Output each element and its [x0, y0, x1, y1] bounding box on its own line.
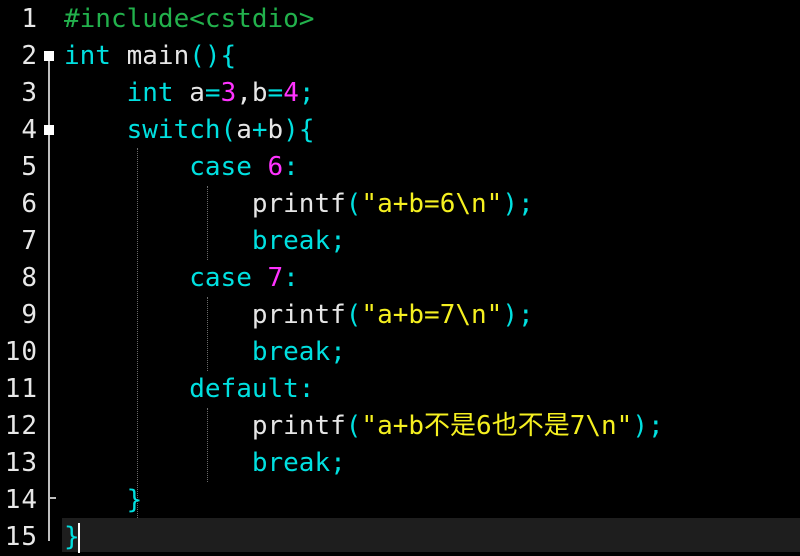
- line-number-gutter: 1 2 3 4 5 6 7 8 9 10 11 12 13 14 15: [0, 0, 60, 552]
- line-number: 4: [21, 115, 38, 145]
- code-token: #include<cstdio>: [64, 4, 315, 34]
- fold-end-marker: [48, 497, 56, 499]
- code-token: printf: [64, 411, 346, 441]
- line-number: 2: [21, 41, 38, 71]
- code-token: "a+b不是6也不是7\n": [361, 411, 633, 441]
- code-token: case: [189, 263, 252, 293]
- code-token: break;: [251, 226, 346, 256]
- code-token: 7: [267, 263, 284, 293]
- code-token: a: [173, 78, 205, 108]
- code-token: =: [204, 78, 221, 108]
- code-line[interactable]: printf("a+b=6\n");: [64, 186, 534, 223]
- code-token: a: [236, 115, 252, 145]
- code-token: "a+b=7\n": [361, 300, 503, 330]
- line-number: 10: [4, 337, 38, 367]
- code-token: break;: [251, 337, 346, 367]
- code-token: switch(: [126, 115, 237, 145]
- code-token: }: [126, 485, 143, 515]
- code-line[interactable]: #include<cstdio>: [64, 1, 314, 38]
- code-token: int: [126, 78, 174, 108]
- code-token: (: [345, 300, 362, 330]
- code-line[interactable]: break;: [64, 445, 346, 482]
- line-number: 12: [4, 411, 38, 441]
- code-token: (: [345, 189, 362, 219]
- current-line-highlight: [62, 518, 800, 552]
- line-number: 14: [4, 485, 38, 515]
- code-line[interactable]: }: [64, 482, 143, 519]
- code-token: );: [502, 300, 534, 330]
- code-token: main: [110, 41, 190, 71]
- code-token: (){: [189, 41, 237, 71]
- code-token: (: [345, 411, 362, 441]
- code-token: break;: [251, 448, 346, 478]
- line-number: 5: [21, 152, 38, 182]
- code-line[interactable]: break;: [64, 334, 346, 371]
- code-token: =: [267, 78, 284, 108]
- line-number: 1: [21, 4, 38, 34]
- code-token: 3: [220, 78, 237, 108]
- code-token: ,b: [236, 78, 268, 108]
- code-line[interactable]: int main(){: [64, 38, 236, 75]
- code-token: ;: [298, 78, 315, 108]
- code-token: case: [189, 152, 252, 182]
- line-number: 9: [21, 300, 38, 330]
- line-number: 15: [4, 522, 38, 552]
- code-line[interactable]: default:: [64, 371, 314, 408]
- line-number: 3: [21, 78, 38, 108]
- code-token: int: [64, 41, 111, 71]
- code-token: );: [502, 189, 534, 219]
- code-token: 6: [267, 152, 284, 182]
- code-token: printf: [64, 300, 346, 330]
- code-line[interactable]: case 7:: [64, 260, 299, 297]
- text-caret: [78, 523, 80, 553]
- code-token: "a+b=6\n": [361, 189, 503, 219]
- code-line[interactable]: case 6:: [64, 149, 299, 186]
- line-number: 6: [21, 189, 38, 219]
- code-token: +: [251, 115, 268, 145]
- code-token: :: [283, 263, 299, 293]
- code-line[interactable]: switch(a+b){: [64, 112, 315, 149]
- fold-toggle-icon[interactable]: [44, 125, 54, 135]
- code-token: );: [632, 411, 664, 441]
- fold-toggle-icon[interactable]: [44, 51, 54, 61]
- line-number: 8: [21, 263, 38, 293]
- code-editor[interactable]: 1 2 3 4 5 6 7 8 9 10 11 12 13 14 15 #inc…: [0, 0, 800, 553]
- code-line[interactable]: printf("a+b=7\n");: [64, 297, 534, 334]
- code-token: printf: [64, 189, 346, 219]
- code-token: b: [267, 115, 284, 145]
- line-number: 7: [21, 226, 38, 256]
- code-token: 4: [283, 78, 299, 108]
- code-token: ){: [283, 115, 315, 145]
- line-number: 11: [4, 374, 38, 404]
- code-line[interactable]: printf("a+b不是6也不是7\n");: [64, 408, 664, 445]
- code-token: default:: [189, 374, 315, 404]
- code-token: :: [283, 152, 299, 182]
- line-number: 13: [4, 448, 38, 478]
- code-line[interactable]: int a=3,b=4;: [64, 75, 315, 112]
- code-line[interactable]: break;: [64, 223, 346, 260]
